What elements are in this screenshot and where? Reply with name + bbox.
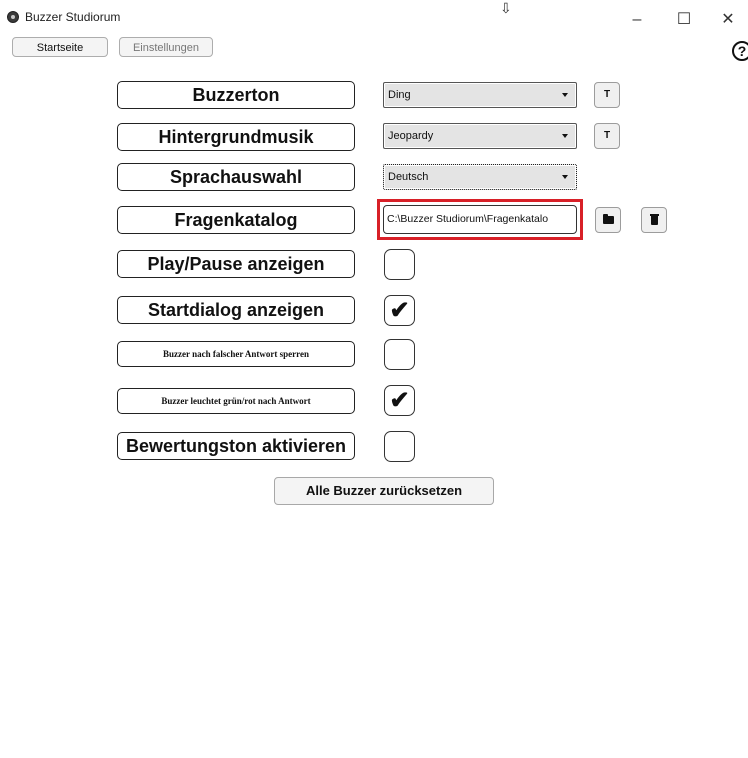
show-start-dialog-label: Startdialog anzeigen xyxy=(117,296,355,324)
browse-folder-button[interactable] xyxy=(595,207,621,233)
delete-catalog-button[interactable] xyxy=(641,207,667,233)
question-catalog-path-input[interactable]: C:\Buzzer Studiorum\Fragenkatalo xyxy=(383,205,577,234)
minimize-button[interactable]: – xyxy=(614,6,660,34)
chevron-down-icon xyxy=(562,93,568,97)
background-music-label: Hintergrundmusik xyxy=(117,123,355,151)
window-title: Buzzer Studiorum xyxy=(25,10,121,24)
buzzer-tone-select[interactable]: Ding xyxy=(383,82,577,108)
language-select[interactable]: Deutsch xyxy=(383,164,577,190)
checkmark-icon: ✔ xyxy=(389,297,410,324)
buzzer-tone-test-button[interactable]: T xyxy=(594,82,620,108)
question-catalog-label: Fragenkatalog xyxy=(117,206,355,234)
language-value: Deutsch xyxy=(388,171,429,183)
chevron-down-icon xyxy=(562,134,568,138)
language-label: Sprachauswahl xyxy=(117,163,355,191)
rating-tone-checkbox[interactable] xyxy=(384,431,415,462)
light-after-answer-checkbox[interactable]: ✔ xyxy=(384,385,415,416)
light-after-answer-label: Buzzer leuchtet grün/rot nach Antwort xyxy=(117,388,355,414)
mouse-cursor-icon: ⇩ xyxy=(500,0,512,16)
buzzer-tone-label: Buzzerton xyxy=(117,81,355,109)
trash-icon xyxy=(650,214,659,225)
background-music-select[interactable]: Jeopardy xyxy=(383,123,577,149)
show-play-pause-label: Play/Pause anzeigen xyxy=(117,250,355,278)
settings-button[interactable]: Einstellungen xyxy=(119,37,213,57)
show-start-dialog-checkbox[interactable]: ✔ xyxy=(384,295,415,326)
home-button[interactable]: Startseite xyxy=(12,37,108,57)
folder-icon xyxy=(603,214,614,224)
chevron-down-icon xyxy=(562,175,568,179)
rating-tone-label: Bewertungston aktivieren xyxy=(117,432,355,460)
close-button[interactable]: ✕ xyxy=(708,6,748,34)
show-play-pause-checkbox[interactable] xyxy=(384,249,415,280)
maximize-button[interactable]: ☐ xyxy=(661,6,707,34)
lock-after-wrong-checkbox[interactable] xyxy=(384,339,415,370)
checkmark-icon: ✔ xyxy=(389,387,410,414)
buzzer-tone-value: Ding xyxy=(388,89,411,101)
app-logo-icon xyxy=(7,11,19,23)
help-icon[interactable]: ? xyxy=(732,41,748,61)
background-music-test-button[interactable]: T xyxy=(594,123,620,149)
background-music-value: Jeopardy xyxy=(388,130,434,142)
title-bar: Buzzer Studiorum ⇩ – ☐ ✕ xyxy=(0,0,748,36)
lock-after-wrong-label: Buzzer nach falscher Antwort sperren xyxy=(117,341,355,367)
reset-all-buzzers-button[interactable]: Alle Buzzer zurücksetzen xyxy=(274,477,494,505)
